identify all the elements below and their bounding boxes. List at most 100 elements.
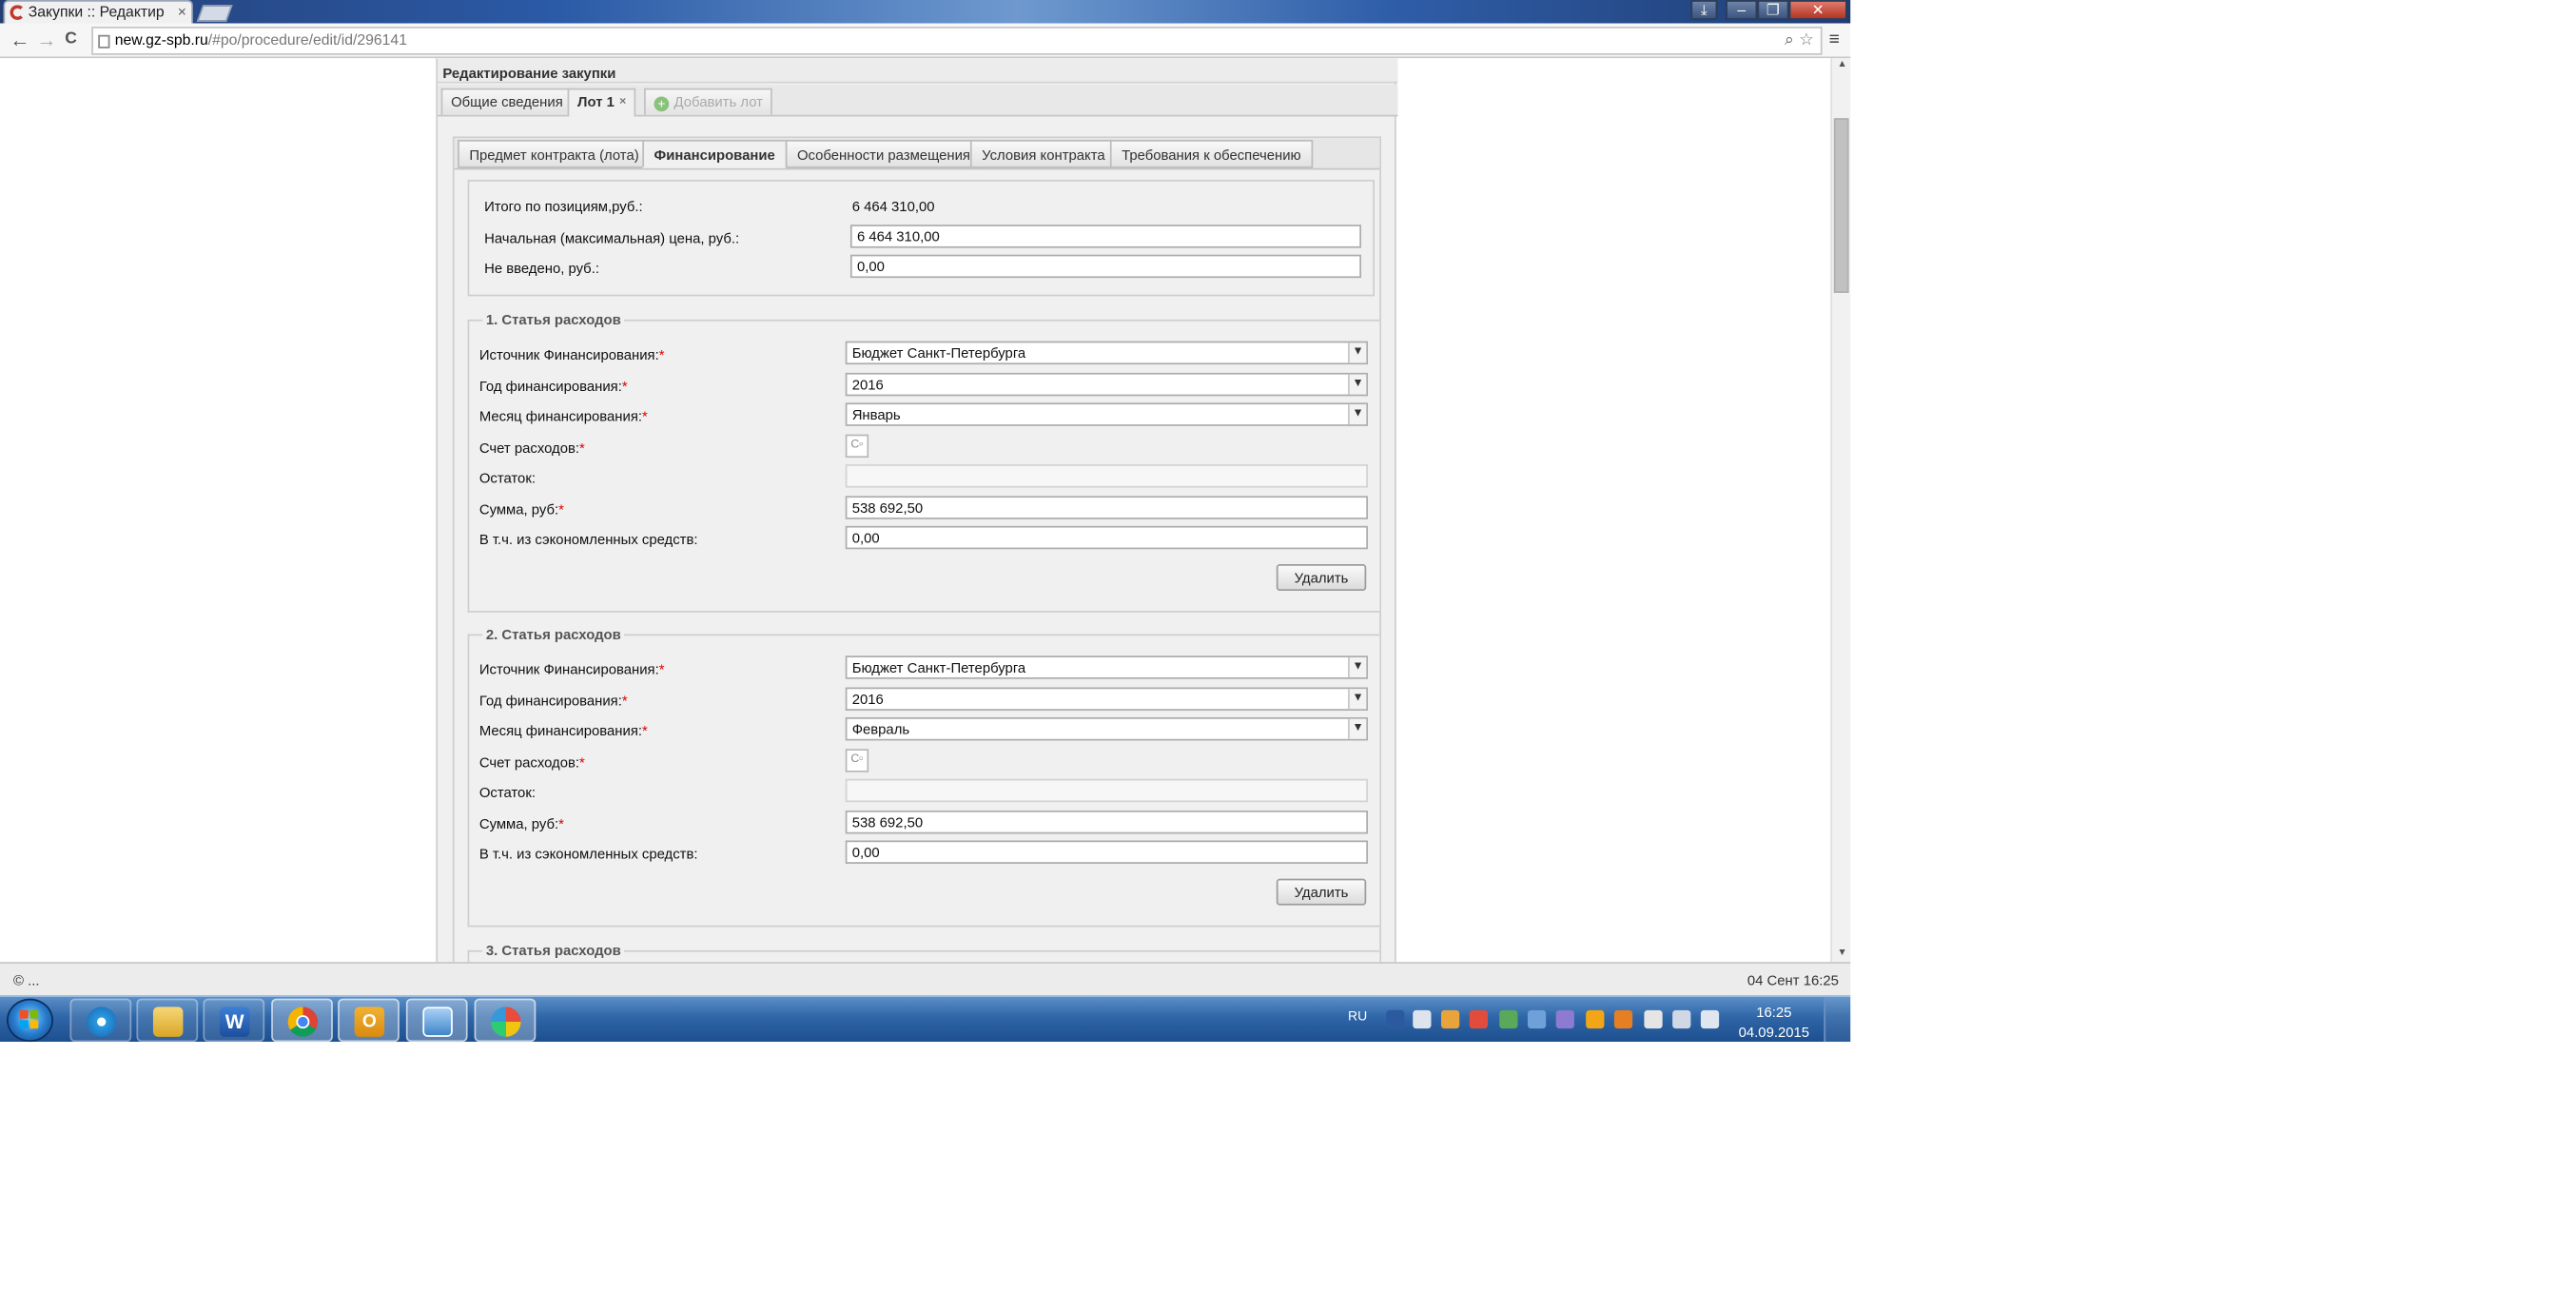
network-icon[interactable] <box>1672 1009 1691 1029</box>
volume-icon[interactable] <box>1700 1009 1720 1029</box>
sum-label: Сумма, руб:* <box>478 500 564 518</box>
taskbar-word-button[interactable]: W <box>203 998 265 1043</box>
url-domain: new.gz-spb.ru <box>114 31 208 49</box>
tray-update-icon[interactable] <box>1613 1009 1633 1029</box>
taskbar-chrome-button[interactable] <box>271 998 333 1043</box>
back-button[interactable]: ← <box>10 27 29 53</box>
source-label: Источник Финансирования:* <box>478 660 665 678</box>
sum-input[interactable]: 538 692,50 <box>845 496 1369 519</box>
expense-item-2: 2. Статья расходов Источник Финансирован… <box>467 625 1380 928</box>
taskbar-outlook-button[interactable]: O <box>338 998 400 1043</box>
page-icon <box>98 34 110 49</box>
url-path: /#po/procedure/edit/id/296141 <box>207 31 407 49</box>
year-select[interactable]: 2016 ▼ <box>845 372 1369 397</box>
page-title: Редактирование закупки <box>438 58 1398 84</box>
close-window-button[interactable]: ✕ <box>1788 0 1847 20</box>
chevron-down-icon: ▼ <box>1348 404 1367 425</box>
windows-logo-icon <box>19 1009 29 1019</box>
total-label: Итого по позициям,руб.: <box>484 198 643 215</box>
sum-input[interactable]: 538 692,50 <box>845 810 1369 834</box>
start-button[interactable] <box>6 998 53 1043</box>
tray-monitor-icon[interactable] <box>1413 1009 1432 1029</box>
reload-button[interactable]: C <box>65 27 77 53</box>
plus-icon: + <box>654 96 670 112</box>
profile-icon[interactable]: ⤓ <box>1690 0 1718 20</box>
year-select[interactable]: 2016 ▼ <box>845 687 1369 711</box>
expense-item-legend: 3. Статья расходов <box>482 942 625 959</box>
source-select[interactable]: Бюджет Санкт-Петербурга ▼ <box>845 655 1369 679</box>
tab-financing[interactable]: Финансирование <box>642 139 788 168</box>
zoom-icon[interactable]: ⌕ <box>1785 29 1794 53</box>
browser-menu-button[interactable]: ≡ <box>1829 27 1840 53</box>
remainder-label: Остаток: <box>478 783 536 801</box>
not-entered-input[interactable]: 0,00 <box>849 254 1362 279</box>
source-select[interactable]: Бюджет Санкт-Петербурга ▼ <box>845 341 1369 365</box>
delete-button[interactable]: Удалить <box>1276 564 1367 592</box>
scroll-down-arrow-icon[interactable]: ▼ <box>1837 948 1846 958</box>
remainder-field <box>845 778 1369 803</box>
tray-sync-icon[interactable] <box>1527 1009 1547 1029</box>
new-tab-button[interactable] <box>196 5 233 22</box>
scroll-up-arrow-icon[interactable]: ▲ <box>1837 60 1846 69</box>
saved-funds-label: В т.ч. из сэкономленных средств: <box>478 845 698 863</box>
taskbar-paint-button[interactable] <box>474 998 537 1043</box>
show-desktop-button[interactable] <box>1824 996 1851 1043</box>
tab-contract-subject[interactable]: Предмет контракта (лота) <box>458 139 651 168</box>
lot-tabs: Общие сведения Лот 1 × + Добавить лот <box>438 85 1398 117</box>
month-select[interactable]: Январь ▼ <box>845 402 1369 426</box>
tray-outlook-icon[interactable] <box>1586 1009 1605 1029</box>
tab-general-info[interactable]: Общие сведения <box>440 88 574 115</box>
start-price-label: Начальная (максимальная) цена, руб.: <box>484 229 740 246</box>
taskbar-viewer-button[interactable] <box>405 998 468 1043</box>
account-picker-button[interactable]: С▫ <box>845 749 869 772</box>
not-entered-label: Не введено, руб.: <box>484 259 599 277</box>
expense-item-legend: 1. Статья расходов <box>482 311 625 328</box>
account-label: Счет расходов:* <box>478 753 585 771</box>
bluetooth-icon[interactable] <box>1386 1009 1405 1029</box>
browser-tab[interactable]: Закупки :: Редактир × <box>3 0 193 24</box>
chevron-down-icon: ▼ <box>1348 657 1367 678</box>
status-datetime: 04 Сент 16:25 <box>1747 971 1839 989</box>
word-icon: W <box>219 1007 250 1037</box>
tab-security-requirements[interactable]: Требования к обеспечению <box>1109 139 1313 168</box>
restore-button[interactable]: ❐ <box>1757 0 1789 20</box>
selected-value: 2016 <box>851 691 884 708</box>
tab-close-icon[interactable]: × <box>178 2 186 24</box>
remainder-label: Остаток: <box>478 469 536 486</box>
tray-antivirus-icon[interactable] <box>1469 1009 1488 1029</box>
scrollbar-thumb[interactable] <box>1833 118 1849 293</box>
saved-funds-input[interactable]: 0,00 <box>845 840 1369 864</box>
system-clock[interactable]: 16:25 04.09.2015 <box>1730 1002 1817 1042</box>
taskbar-explorer-button[interactable] <box>136 998 199 1043</box>
chevron-down-icon: ▼ <box>1348 342 1367 363</box>
action-center-flag-icon[interactable] <box>1644 1009 1663 1029</box>
browser-window: Закупки :: Редактир × ⤓ – ❐ ✕ ← → C new.… <box>0 0 1851 1043</box>
minimize-button[interactable]: – <box>1726 0 1758 20</box>
year-label: Год финансирования:* <box>478 692 628 710</box>
add-lot-button[interactable]: + Добавить лот <box>644 88 773 115</box>
address-bar[interactable]: new.gz-spb.ru/#po/procedure/edit/id/2961… <box>91 26 1823 55</box>
month-label: Месяц финансирования:* <box>478 722 648 739</box>
start-price-input[interactable]: 6 464 310,00 <box>849 225 1362 248</box>
source-label: Источник Финансирования:* <box>478 345 665 363</box>
language-indicator[interactable]: RU <box>1348 1008 1367 1024</box>
saved-funds-input[interactable]: 0,00 <box>845 525 1369 550</box>
tray-utility-icon[interactable] <box>1555 1009 1574 1029</box>
tab-lot-1[interactable]: Лот 1 × <box>567 88 636 117</box>
tray-network-tool-icon[interactable] <box>1499 1009 1518 1029</box>
forward-button[interactable]: → <box>36 27 56 53</box>
year-label: Год финансирования:* <box>478 378 628 395</box>
taskbar-ie-button[interactable] <box>69 998 132 1043</box>
tray-app-icon[interactable] <box>1440 1009 1460 1029</box>
tab-placement[interactable]: Особенности размещения <box>785 139 983 168</box>
page-scrollbar[interactable]: ▲ ▼ <box>1830 58 1851 963</box>
close-lot-icon[interactable]: × <box>619 96 626 108</box>
month-select[interactable]: Февраль ▼ <box>845 716 1369 741</box>
selected-value: Январь <box>851 405 901 423</box>
delete-button[interactable]: Удалить <box>1276 878 1367 906</box>
tab-contract-terms[interactable]: Условия контракта <box>969 139 1117 168</box>
selected-value: Бюджет Санкт-Петербурга <box>851 344 1026 362</box>
bookmark-star-icon[interactable]: ☆ <box>1799 29 1814 53</box>
procurement-edit-panel: Редактирование закупки Общие сведения Ло… <box>436 58 1398 963</box>
account-picker-button[interactable]: С▫ <box>845 434 869 459</box>
